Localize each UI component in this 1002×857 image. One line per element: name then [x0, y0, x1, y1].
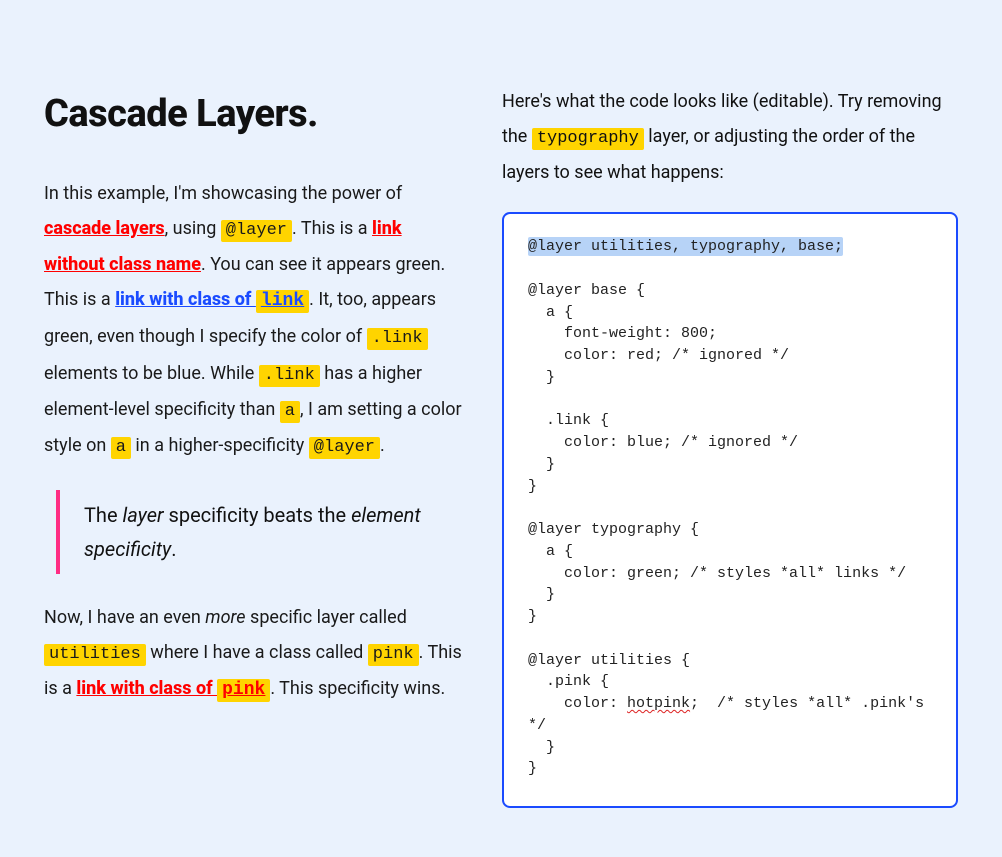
code-line: a { — [528, 304, 573, 321]
text: . — [380, 435, 385, 456]
code-line: color: green; /* styles *all* links */ — [528, 565, 906, 582]
blockquote: The layer specificity beats the element … — [56, 490, 462, 574]
page-title: Cascade Layers. — [44, 92, 462, 136]
paragraph-2: Now, I have an even more specific layer … — [44, 600, 462, 708]
code-link-class: link — [256, 290, 309, 313]
code-utilities: utilities — [44, 644, 146, 666]
code-line: @layer base { — [528, 282, 645, 299]
emphasis-more: more — [205, 607, 245, 628]
text: elements to be blue. While — [44, 363, 259, 384]
code-line: font-weight: 800; — [528, 325, 717, 342]
code-line: color: red; /* ignored */ — [528, 347, 789, 364]
code-line: color: blue; /* ignored */ — [528, 434, 798, 451]
right-intro: Here's what the code looks like (editabl… — [502, 84, 958, 190]
code-line: } — [528, 586, 555, 603]
text: . This specificity wins. — [270, 678, 445, 699]
code-line: .pink { — [528, 673, 609, 690]
code-a-1: a — [280, 401, 300, 423]
code-line: } — [528, 478, 537, 495]
code-pink: pink — [217, 679, 270, 702]
code-dot-link-2: .link — [259, 365, 320, 387]
text: . — [171, 537, 176, 561]
link-text: link with class of — [76, 678, 217, 699]
text: . This is a — [292, 218, 372, 239]
code-a-2: a — [111, 437, 131, 459]
code-line: } — [528, 760, 537, 777]
code-line: @layer typography { — [528, 521, 699, 538]
code-line: .link { — [528, 412, 609, 429]
text: specificity beats the — [164, 503, 352, 527]
emphasis-layer: layer — [123, 503, 164, 527]
code-typography: typography — [532, 128, 644, 150]
text: in a higher-specificity — [131, 435, 309, 456]
text: In this example, I'm showcasing the powe… — [44, 183, 402, 204]
code-pink-class: pink — [368, 644, 419, 666]
link-text: link with class of — [115, 289, 256, 310]
link-with-class-pink[interactable]: link with class of pink — [76, 678, 270, 699]
paragraph-1: In this example, I'm showcasing the powe… — [44, 176, 462, 464]
code-at-layer-2: @layer — [309, 437, 380, 459]
text: where I have a class called — [146, 642, 368, 663]
spell-error-hotpink: hotpink — [627, 695, 690, 712]
code-at-layer: @layer — [221, 220, 292, 242]
cascade-layers-link[interactable]: cascade layers — [44, 218, 165, 239]
text: , using — [165, 218, 221, 239]
code-line: } — [528, 739, 555, 756]
text: specific layer called — [246, 607, 407, 628]
code-content[interactable]: @layer utilities, typography, base; @lay… — [528, 236, 932, 780]
text: Now, I have an even — [44, 607, 205, 628]
selected-line: @layer utilities, typography, base; — [528, 237, 843, 256]
link-with-class-link[interactable]: link with class of link — [115, 289, 309, 310]
code-line: } — [528, 608, 537, 625]
code-line: color: hotpink; /* styles *all* .pink's … — [528, 695, 933, 734]
text: The — [84, 503, 123, 527]
code-line: a { — [528, 543, 573, 560]
code-line: @layer utilities { — [528, 652, 690, 669]
code-line: } — [528, 456, 555, 473]
code-editor[interactable]: @layer utilities, typography, base; @lay… — [502, 212, 958, 808]
code-line: } — [528, 369, 555, 386]
code-dot-link-1: .link — [367, 328, 428, 350]
